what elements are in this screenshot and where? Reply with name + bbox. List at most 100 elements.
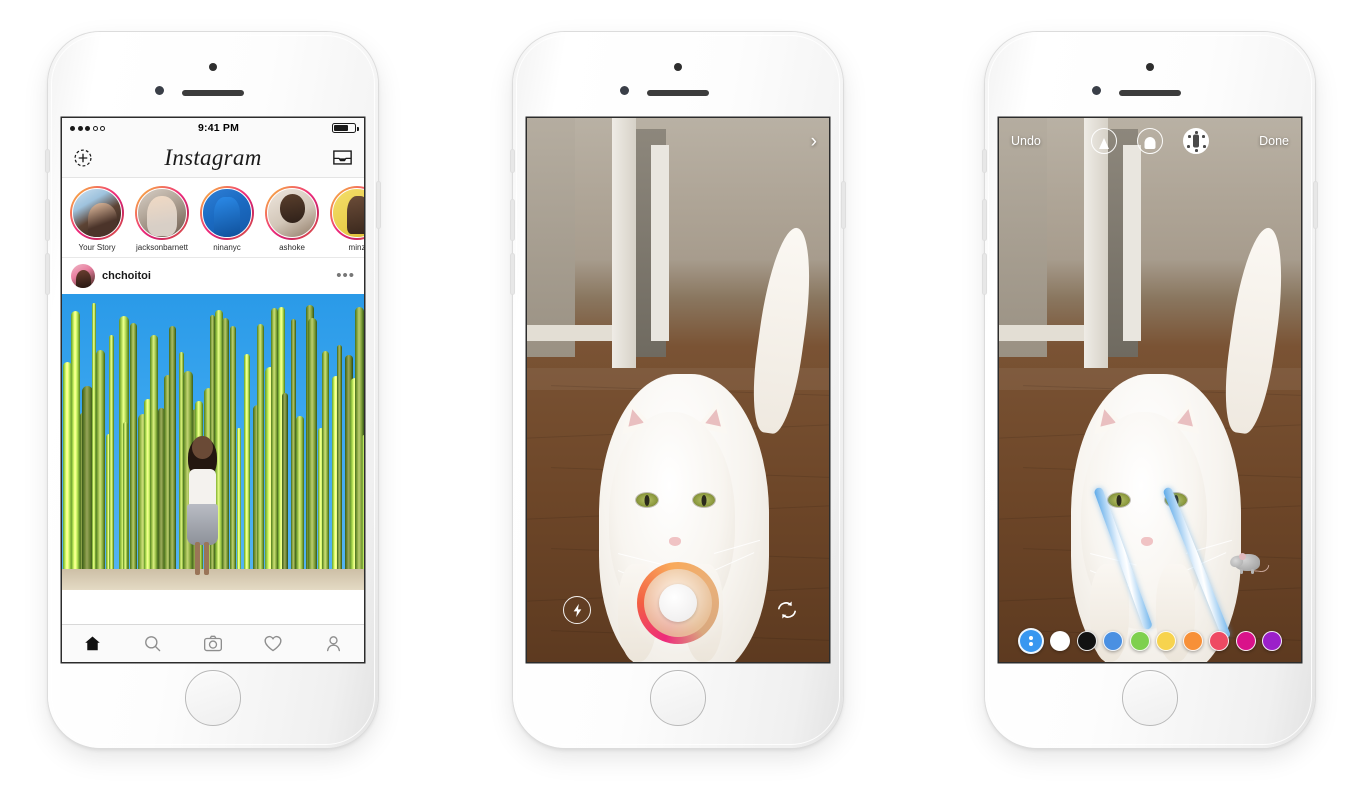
heart-icon[interactable] xyxy=(262,633,284,655)
cat-subject xyxy=(999,118,1301,662)
cactus xyxy=(337,344,342,579)
volume-up-button[interactable] xyxy=(511,200,514,240)
signal-dot xyxy=(92,125,98,131)
color-palette[interactable] xyxy=(999,628,1301,654)
color-swatch-yellow[interactable] xyxy=(1156,631,1177,651)
cactus xyxy=(129,323,137,579)
phone1-screen: 9:41 PM Instagram Your Story jacksonbarn… xyxy=(62,118,364,662)
chevron-right-icon[interactable]: › xyxy=(811,132,817,151)
front-camera xyxy=(155,86,164,95)
pen-glitter-icon[interactable] xyxy=(1183,128,1209,154)
mouse-sticker[interactable] xyxy=(1228,549,1270,575)
story-label: jacksonbarnett xyxy=(135,243,189,252)
story-ring xyxy=(265,186,319,240)
power-button[interactable] xyxy=(377,182,380,228)
avatar xyxy=(202,188,252,238)
home-button[interactable] xyxy=(1122,670,1178,726)
power-button[interactable] xyxy=(1314,182,1317,228)
cactus xyxy=(308,318,318,579)
power-button[interactable] xyxy=(842,182,845,228)
color-swatch-red[interactable] xyxy=(1209,631,1230,651)
volume-up-button[interactable] xyxy=(46,200,49,240)
story-item[interactable]: jacksonbarnett xyxy=(135,186,189,252)
cactus xyxy=(230,325,236,579)
color-swatch-white[interactable] xyxy=(1050,631,1071,651)
story-item[interactable]: Your Story xyxy=(70,186,124,252)
volume-up-button[interactable] xyxy=(983,200,986,240)
flash-icon[interactable] xyxy=(563,596,591,624)
silent-switch[interactable] xyxy=(511,150,514,172)
story-item[interactable]: ninanyc xyxy=(200,186,254,252)
silent-switch[interactable] xyxy=(46,150,49,172)
stories-tray[interactable]: Your Story jacksonbarnett ninanyc ashoke… xyxy=(62,178,364,258)
draw-canvas[interactable]: Undo Done xyxy=(999,118,1301,662)
phone2-screen: › xyxy=(527,118,829,662)
avatar xyxy=(267,188,317,238)
story-ring xyxy=(200,186,254,240)
sand-ground xyxy=(62,569,364,590)
bottom-tabbar[interactable] xyxy=(62,624,364,662)
shutter-button[interactable] xyxy=(637,562,719,644)
cactus xyxy=(71,311,80,579)
story-label: Your Story xyxy=(78,243,116,252)
cat-tail xyxy=(1217,224,1292,436)
post-image[interactable] xyxy=(62,294,364,590)
cactus xyxy=(236,428,241,579)
home-button[interactable] xyxy=(185,670,241,726)
avatar xyxy=(332,188,364,238)
color-swatch-green[interactable] xyxy=(1129,631,1150,651)
story-label: minz xyxy=(348,243,364,252)
screenshot-stage: 9:41 PM Instagram Your Story jacksonbarn… xyxy=(0,0,1359,788)
story-item[interactable]: ashoke xyxy=(265,186,319,252)
direct-inbox-icon[interactable] xyxy=(332,147,354,169)
shutter-core xyxy=(659,584,697,622)
signal-dot xyxy=(77,125,83,131)
story-ring xyxy=(330,186,364,240)
volume-down-button[interactable] xyxy=(511,254,514,294)
search-icon[interactable] xyxy=(142,633,164,655)
story-label: ashoke xyxy=(279,243,305,252)
post-username[interactable]: chchoitoi xyxy=(102,270,329,282)
earpiece-speaker xyxy=(1119,90,1181,96)
silent-switch[interactable] xyxy=(983,150,986,172)
volume-down-button[interactable] xyxy=(46,254,49,294)
proximity-sensor xyxy=(209,63,217,71)
story-label: ninanyc xyxy=(213,243,241,252)
color-swatch-orange[interactable] xyxy=(1182,631,1203,651)
pen-marker-icon[interactable] xyxy=(1137,128,1163,154)
signal-dots xyxy=(70,125,105,131)
person-icon[interactable] xyxy=(323,633,345,655)
camera-icon[interactable] xyxy=(202,633,224,655)
cactus xyxy=(108,334,114,579)
done-button[interactable]: Done xyxy=(1259,134,1289,148)
color-swatch-magenta[interactable] xyxy=(1235,631,1256,651)
home-icon[interactable] xyxy=(81,633,103,655)
color-swatch-purple[interactable] xyxy=(1262,631,1283,651)
add-photo-icon[interactable] xyxy=(72,147,94,169)
color-swatch-color-picker[interactable] xyxy=(1017,628,1044,654)
signal-dot xyxy=(85,125,90,131)
cactus xyxy=(222,317,230,579)
phone-device-feed: 9:41 PM Instagram Your Story jacksonbarn… xyxy=(46,32,380,748)
front-camera xyxy=(620,86,629,95)
cactus xyxy=(95,349,105,579)
home-button[interactable] xyxy=(650,670,706,726)
camera-flip-icon[interactable] xyxy=(773,596,801,624)
story-item[interactable]: minz xyxy=(330,186,364,252)
cactus xyxy=(362,435,364,579)
phone3-screen: Undo Done xyxy=(999,118,1301,662)
proximity-sensor xyxy=(1146,63,1154,71)
avatar[interactable] xyxy=(71,264,95,288)
post-more-button[interactable]: ••• xyxy=(336,268,355,283)
volume-down-button[interactable] xyxy=(983,254,986,294)
pen-thin-icon[interactable] xyxy=(1091,128,1117,154)
person-figure xyxy=(183,436,222,575)
undo-button[interactable]: Undo xyxy=(1011,134,1041,148)
instagram-navbar: Instagram xyxy=(62,138,364,178)
proximity-sensor xyxy=(674,63,682,71)
story-ring xyxy=(135,186,189,240)
color-swatch-black[interactable] xyxy=(1076,631,1097,651)
color-swatch-blue[interactable] xyxy=(1103,631,1124,651)
camera-viewfinder[interactable]: › xyxy=(527,118,829,662)
cat-tail xyxy=(745,224,820,436)
